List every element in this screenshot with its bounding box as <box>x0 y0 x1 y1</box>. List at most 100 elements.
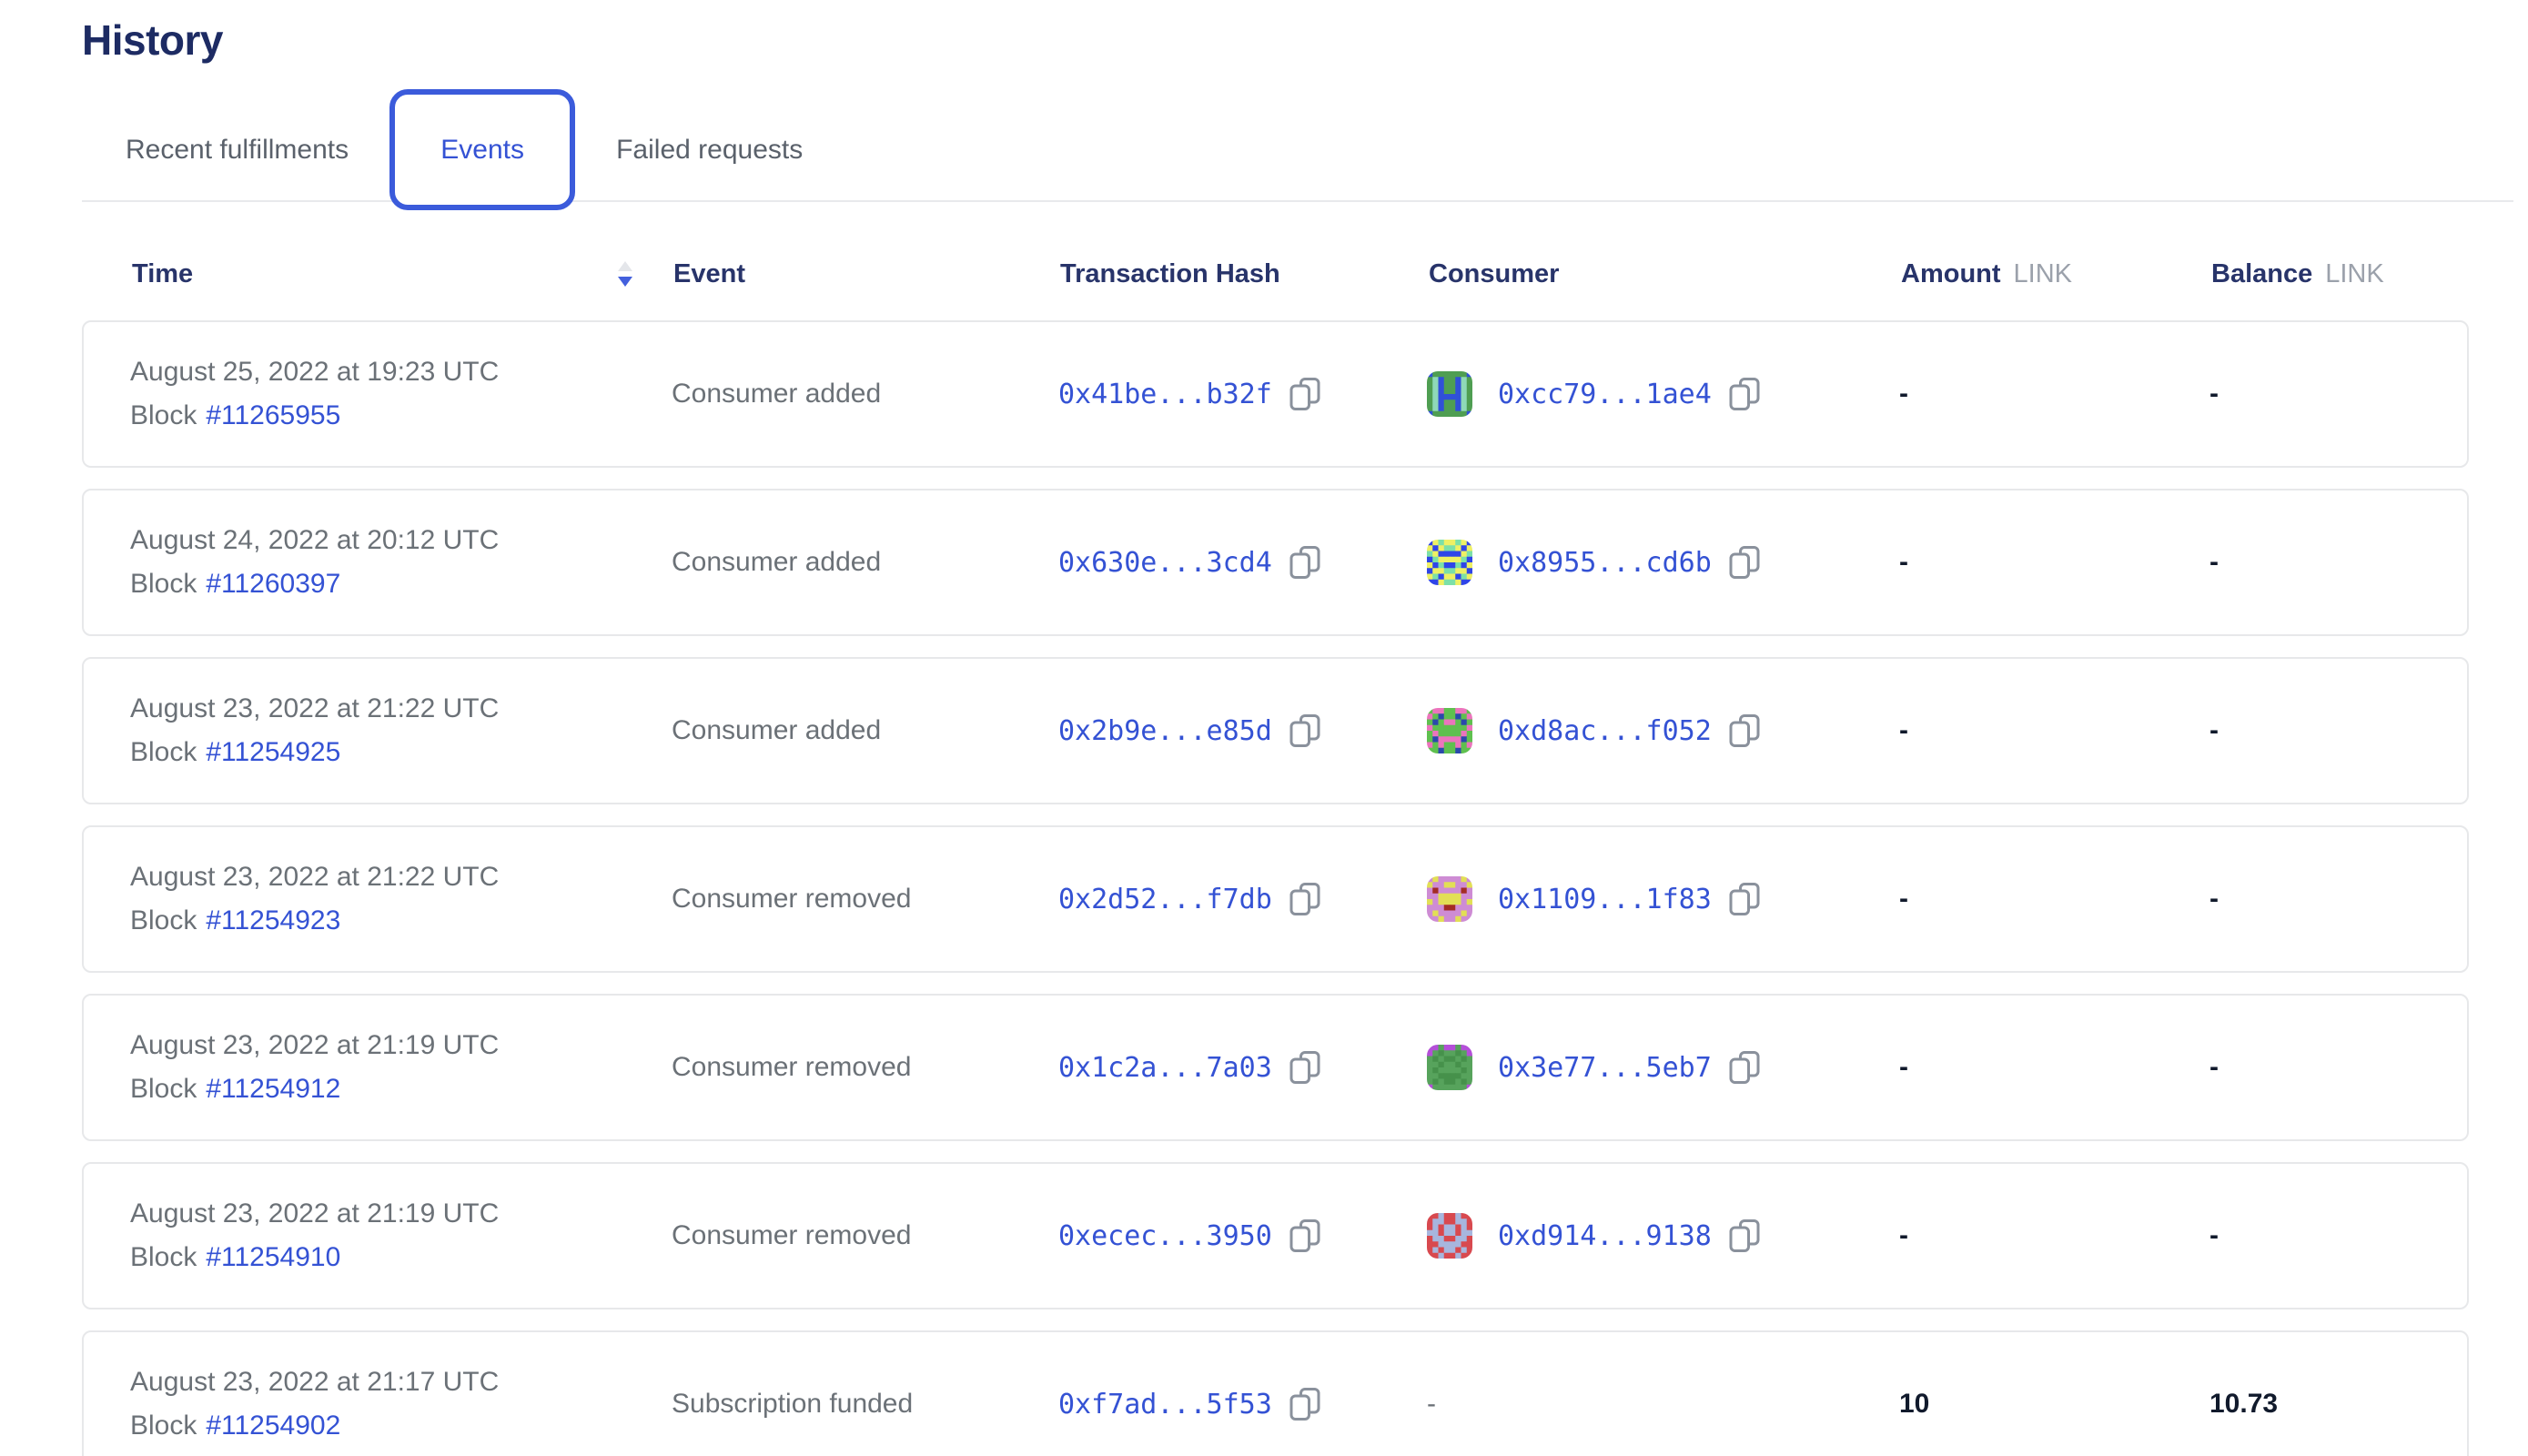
consumer-avatar <box>1427 540 1472 585</box>
consumer-address-link[interactable]: - <box>1427 1389 1436 1420</box>
transaction-hash-cell: 0x630e...3cd4 <box>1058 543 1427 581</box>
consumer-cell: - <box>1427 1389 1899 1420</box>
copy-icon[interactable] <box>1289 712 1321 750</box>
balance-value: - <box>2209 379 2467 410</box>
event-type: Consumer removed <box>672 1220 1058 1251</box>
column-header-balance: Balance LINK <box>2211 259 2469 289</box>
copy-icon[interactable] <box>1728 543 1761 581</box>
copy-icon[interactable] <box>1728 375 1761 413</box>
table-row: August 23, 2022 at 21:22 UTC Block#11254… <box>82 657 2469 804</box>
block-number-link[interactable]: #11260397 <box>206 569 340 599</box>
time-cell: August 23, 2022 at 21:19 UTC Block #11254… <box>130 1030 672 1105</box>
table-row: August 23, 2022 at 21:19 UTC Block #11254… <box>82 994 2469 1141</box>
transaction-hash-link[interactable]: 0xecec...3950 <box>1058 1220 1272 1252</box>
balance-value: - <box>2209 1052 2467 1083</box>
consumer-cell: 0x3e77...5eb7 <box>1427 1045 1899 1090</box>
consumer-address-link[interactable]: 0x3e77...5eb7 <box>1498 1052 1712 1084</box>
table-rows: August 25, 2022 at 19:23 UTC Block#11265… <box>82 320 2528 1456</box>
transaction-hash-cell: 0x1c2a...7a03 <box>1058 1048 1427 1087</box>
amount-value: - <box>1899 379 2209 410</box>
transaction-hash-cell: 0xf7ad...5f53 <box>1058 1385 1427 1423</box>
amount-value: - <box>1899 884 2209 915</box>
balance-value: - <box>2209 884 2467 915</box>
block-line: Block#11254925 <box>130 737 672 768</box>
consumer-address-link[interactable]: 0xcc79...1ae4 <box>1498 379 1712 410</box>
row-timestamp: August 23, 2022 at 21:22 UTC <box>130 862 672 893</box>
row-timestamp: August 23, 2022 at 21:19 UTC <box>130 1030 672 1061</box>
copy-icon[interactable] <box>1728 712 1761 750</box>
table-header: Time Event Transaction Hash Consumer Amo… <box>82 238 2469 310</box>
event-type: Consumer removed <box>672 884 1058 915</box>
time-cell: August 23, 2022 at 21:22 UTC Block#11254… <box>130 862 672 936</box>
consumer-avatar <box>1427 1213 1472 1259</box>
block-line: Block#11260397 <box>130 569 672 600</box>
time-cell: August 24, 2022 at 20:12 UTC Block#11260… <box>130 525 672 600</box>
amount-value: - <box>1899 715 2209 746</box>
block-line: Block #11254912 <box>130 1074 672 1105</box>
balance-value: - <box>2209 1220 2467 1251</box>
table-row: August 25, 2022 at 19:23 UTC Block#11265… <box>82 320 2469 468</box>
event-type: Subscription funded <box>672 1389 1058 1420</box>
event-type: Consumer added <box>672 379 1058 410</box>
transaction-hash-cell: 0x41be...b32f <box>1058 375 1427 413</box>
row-timestamp: August 25, 2022 at 19:23 UTC <box>130 357 672 388</box>
balance-value: 10.73 <box>2209 1389 2467 1420</box>
copy-icon[interactable] <box>1289 1385 1321 1423</box>
transaction-hash-cell: 0x2b9e...e85d <box>1058 712 1427 750</box>
event-type: Consumer added <box>672 547 1058 578</box>
consumer-address-link[interactable]: 0xd8ac...f052 <box>1498 715 1712 747</box>
column-header-time[interactable]: Time <box>132 259 673 289</box>
copy-icon[interactable] <box>1289 1217 1321 1255</box>
transaction-hash-link[interactable]: 0x41be...b32f <box>1058 379 1272 410</box>
sort-descending-icon[interactable] <box>618 261 632 287</box>
tab-events[interactable]: Events <box>389 89 575 210</box>
column-header-amount: Amount LINK <box>1901 259 2211 289</box>
amount-value: - <box>1899 1220 2209 1251</box>
consumer-cell: 0xd8ac...f052 <box>1427 708 1899 753</box>
block-line: Block#11254923 <box>130 905 672 936</box>
block-line: Block#11254902 <box>130 1410 672 1441</box>
consumer-avatar <box>1427 708 1472 753</box>
tab-failed-requests[interactable]: Failed requests <box>616 135 803 166</box>
copy-icon[interactable] <box>1728 880 1761 918</box>
copy-icon[interactable] <box>1728 1217 1761 1255</box>
block-number-link[interactable]: #11254925 <box>206 737 340 767</box>
consumer-address-link[interactable]: 0xd914...9138 <box>1498 1220 1712 1252</box>
column-header-transaction-hash: Transaction Hash <box>1060 259 1429 289</box>
transaction-hash-link[interactable]: 0x1c2a...7a03 <box>1058 1052 1272 1084</box>
consumer-cell: 0x1109...1f83 <box>1427 876 1899 922</box>
block-label: Block <box>130 1242 197 1272</box>
block-number-link[interactable]: #11254923 <box>206 905 340 935</box>
transaction-hash-link[interactable]: 0x2d52...f7db <box>1058 884 1272 915</box>
consumer-cell: 0xd914...9138 <box>1427 1213 1899 1259</box>
consumer-avatar <box>1427 371 1472 417</box>
time-cell: August 23, 2022 at 21:19 UTC Block#11254… <box>130 1198 672 1273</box>
event-type: Consumer removed <box>672 1052 1058 1083</box>
copy-icon[interactable] <box>1289 375 1321 413</box>
time-cell: August 23, 2022 at 21:22 UTC Block#11254… <box>130 693 672 768</box>
transaction-hash-link[interactable]: 0x2b9e...e85d <box>1058 715 1272 747</box>
event-type: Consumer added <box>672 715 1058 746</box>
amount-value: 10 <box>1899 1389 2209 1420</box>
balance-value: - <box>2209 547 2467 578</box>
block-number-link[interactable]: #11254902 <box>206 1410 340 1441</box>
table-row: August 23, 2022 at 21:22 UTC Block#11254… <box>82 825 2469 973</box>
consumer-address-link[interactable]: 0x1109...1f83 <box>1498 884 1712 915</box>
copy-icon[interactable] <box>1289 880 1321 918</box>
tab-recent-fulfillments[interactable]: Recent fulfillments <box>126 135 349 166</box>
copy-icon[interactable] <box>1289 543 1321 581</box>
transaction-hash-link[interactable]: 0x630e...3cd4 <box>1058 547 1272 579</box>
consumer-avatar <box>1427 1045 1472 1090</box>
transaction-hash-link[interactable]: 0xf7ad...5f53 <box>1058 1389 1272 1421</box>
block-number-link[interactable]: #11265955 <box>206 400 340 430</box>
block-line: Block#11265955 <box>130 400 672 431</box>
copy-icon[interactable] <box>1728 1048 1761 1087</box>
row-timestamp: August 23, 2022 at 21:22 UTC <box>130 693 672 724</box>
consumer-address-link[interactable]: 0x8955...cd6b <box>1498 547 1712 579</box>
block-number-link[interactable]: #11254910 <box>206 1242 340 1272</box>
history-panel: History Recent fulfillments Events Faile… <box>0 0 2528 1456</box>
block-number-link[interactable]: #11254912 <box>206 1074 340 1104</box>
copy-icon[interactable] <box>1289 1048 1321 1087</box>
balance-unit-label: LINK <box>2325 259 2383 289</box>
block-label: Block <box>130 1074 197 1104</box>
